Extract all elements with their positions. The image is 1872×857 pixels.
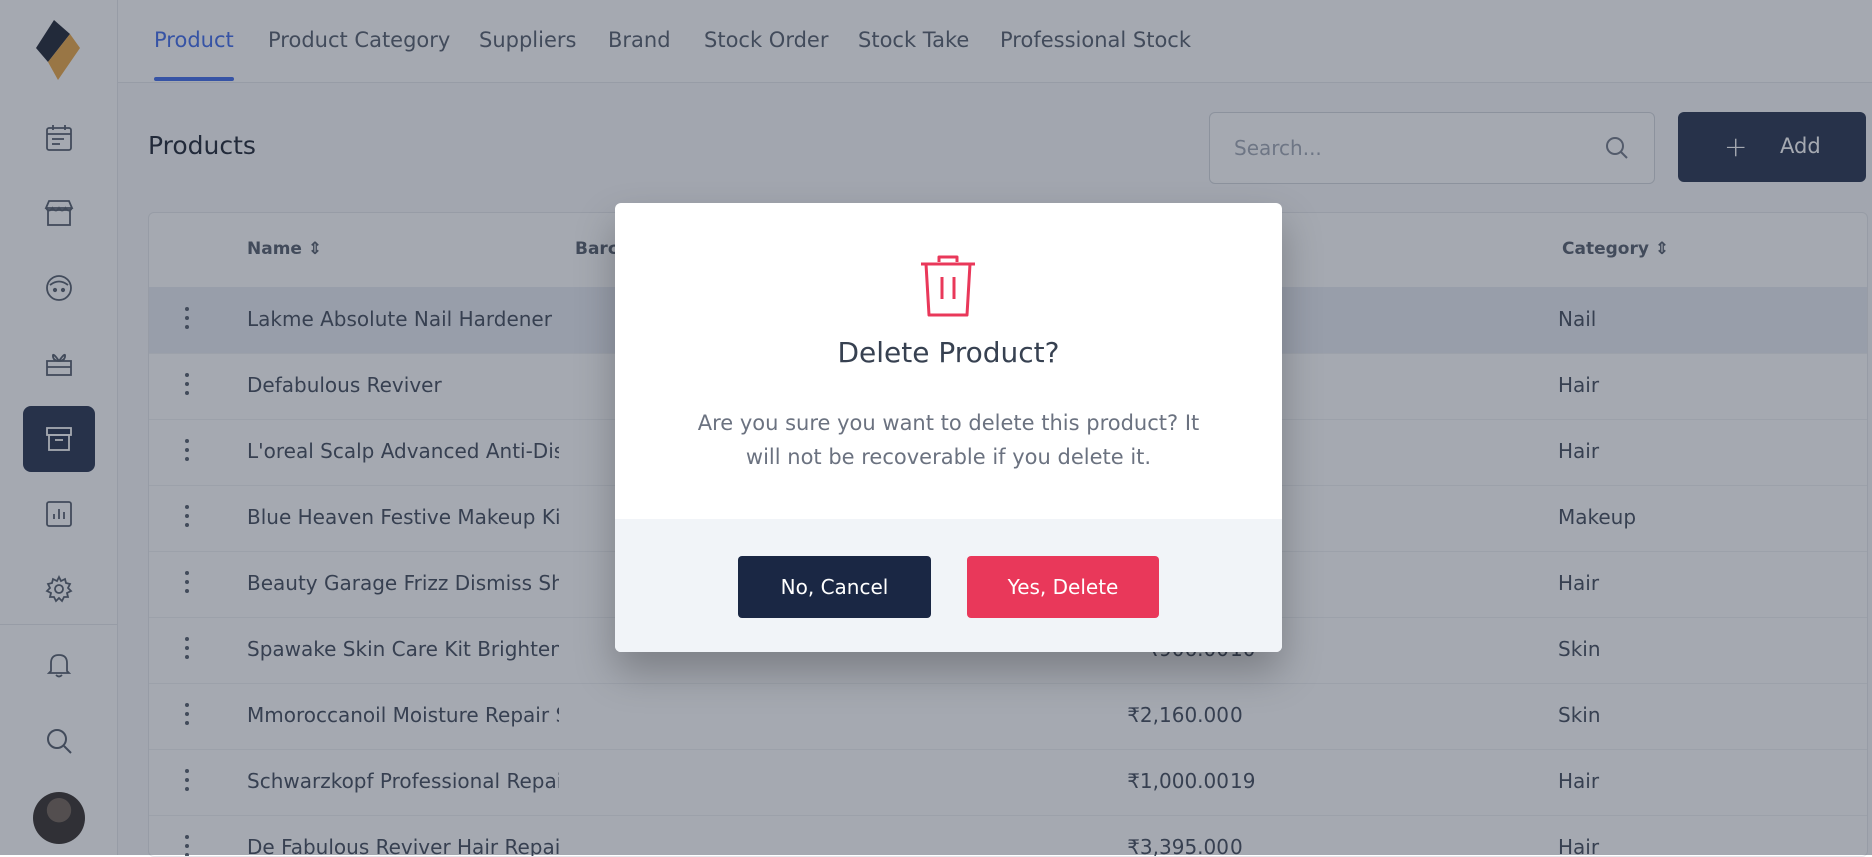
trash-icon [921, 255, 975, 317]
confirm-delete-button[interactable]: Yes, Delete [967, 556, 1159, 618]
dialog-footer: No, Cancel Yes, Delete [615, 519, 1282, 652]
dialog-title: Delete Product? [837, 336, 1060, 369]
dialog-message: Are you sure you want to delete this pro… [697, 411, 1200, 469]
cancel-button[interactable]: No, Cancel [738, 556, 931, 618]
delete-product-dialog: Delete Product? Are you sure you want to… [615, 203, 1282, 652]
